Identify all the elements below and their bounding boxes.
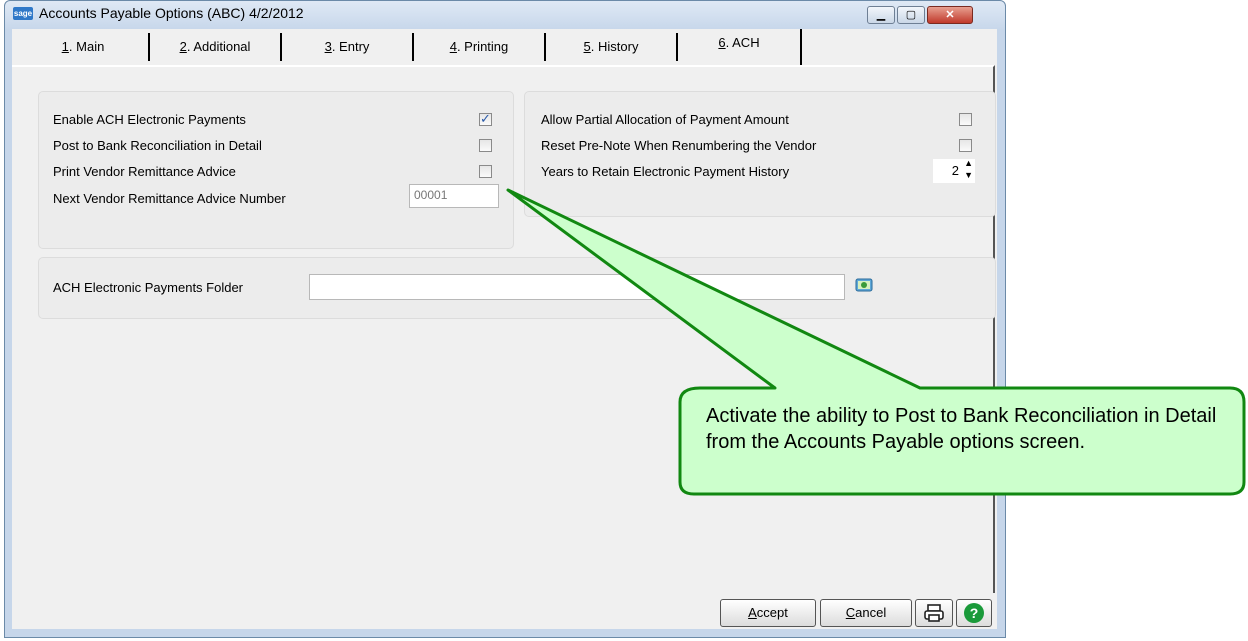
reset-prenote-label: Reset Pre-Note When Renumbering the Vend… bbox=[541, 138, 817, 153]
sage-app-icon: sage bbox=[13, 7, 33, 20]
next-remittance-number-label: Next Vendor Remittance Advice Number bbox=[53, 191, 286, 206]
tab-entry-hotkey: 3 bbox=[324, 39, 332, 54]
enable-ach-checkbox[interactable]: ✓ bbox=[479, 111, 492, 126]
accept-hotkey: A bbox=[748, 605, 757, 620]
tab-printing-label: . Printing bbox=[456, 39, 509, 54]
tab-additional-label: . Additional bbox=[186, 39, 251, 54]
close-button[interactable]: ✕ bbox=[927, 6, 973, 24]
tab-entry[interactable]: 3. Entry bbox=[282, 33, 414, 61]
folder-browse-icon bbox=[855, 278, 873, 292]
help-button[interactable]: ? bbox=[956, 599, 992, 627]
years-retain-value: 2 bbox=[951, 163, 959, 178]
tab-history[interactable]: 5. History bbox=[546, 33, 678, 61]
callout-text: Activate the ability to Post to Bank Rec… bbox=[706, 405, 1217, 453]
help-icon: ? bbox=[964, 603, 984, 623]
print-button[interactable] bbox=[915, 599, 953, 627]
reset-prenote-checkbox[interactable] bbox=[959, 139, 972, 152]
tab-printing[interactable]: 4. Printing bbox=[414, 33, 546, 61]
payment-options-group: Allow Partial Allocation of Payment Amou… bbox=[524, 91, 996, 217]
app-window: sage Accounts Payable Options (ABC) 4/2/… bbox=[4, 0, 1006, 638]
spin-down-icon[interactable]: ▼ bbox=[964, 170, 973, 180]
accept-label: ccept bbox=[756, 605, 788, 620]
cancel-label: ancel bbox=[855, 605, 887, 620]
tab-strip: 1. Main 2. Additional 3. Entry 4. Printi… bbox=[12, 29, 997, 65]
checkmark-icon: ✓ bbox=[480, 111, 491, 126]
years-retain-spinner[interactable]: 2 ▲ ▼ bbox=[933, 158, 975, 183]
enable-ach-label: Enable ACH Electronic Payments bbox=[53, 112, 246, 127]
cancel-hotkey: C bbox=[845, 605, 856, 620]
post-to-bank-label: Post to Bank Reconciliation in Detail bbox=[53, 138, 262, 153]
tab-history-hotkey: 5 bbox=[583, 39, 591, 54]
tab-ach-label: . ACH bbox=[725, 35, 760, 50]
tab-main-label: . Main bbox=[68, 39, 105, 54]
spin-up-icon[interactable]: ▲ bbox=[964, 158, 973, 168]
minimize-icon: ▁ bbox=[876, 9, 886, 21]
tab-additional-hotkey: 2 bbox=[179, 39, 187, 54]
title-bar[interactable]: sage Accounts Payable Options (ABC) 4/2/… bbox=[5, 1, 1005, 29]
button-bar: Accept Cancel ? bbox=[12, 595, 997, 629]
svg-text:?: ? bbox=[970, 605, 979, 621]
print-remittance-checkbox[interactable] bbox=[479, 165, 492, 178]
close-icon: ✕ bbox=[945, 9, 955, 21]
accept-button[interactable]: Accept bbox=[720, 599, 816, 627]
ach-folder-input[interactable] bbox=[309, 274, 845, 300]
ach-options-group: Enable ACH Electronic Payments ✓ Post to… bbox=[38, 91, 514, 249]
tab-main-hotkey: 1 bbox=[61, 39, 69, 54]
next-remittance-number-field[interactable]: 00001 bbox=[409, 184, 499, 208]
tab-additional[interactable]: 2. Additional bbox=[150, 33, 282, 61]
maximize-icon: ▢ bbox=[905, 9, 917, 21]
tab-ach-hotkey: 6 bbox=[718, 35, 726, 50]
tab-main[interactable]: 1. Main bbox=[18, 33, 150, 61]
ach-tab-panel: Enable ACH Electronic Payments ✓ Post to… bbox=[12, 65, 996, 593]
ach-folder-label: ACH Electronic Payments Folder bbox=[53, 280, 244, 295]
allow-partial-label: Allow Partial Allocation of Payment Amou… bbox=[541, 112, 789, 127]
maximize-button[interactable]: ▢ bbox=[897, 6, 925, 24]
minimize-button[interactable]: ▁ bbox=[867, 6, 895, 24]
browse-folder-button[interactable] bbox=[855, 276, 873, 292]
tab-entry-label: . Entry bbox=[331, 39, 370, 54]
window-title: Accounts Payable Options (ABC) 4/2/2012 bbox=[39, 5, 304, 21]
client-area: 1. Main 2. Additional 3. Entry 4. Printi… bbox=[12, 29, 997, 629]
tab-ach[interactable]: 6. ACH bbox=[678, 29, 802, 65]
allow-partial-checkbox[interactable] bbox=[959, 113, 972, 126]
tab-printing-hotkey: 4 bbox=[449, 39, 457, 54]
print-remittance-label: Print Vendor Remittance Advice bbox=[53, 164, 236, 179]
tab-history-label: . History bbox=[590, 39, 639, 54]
folder-group: ACH Electronic Payments Folder bbox=[38, 257, 996, 319]
years-retain-label: Years to Retain Electronic Payment Histo… bbox=[541, 164, 790, 179]
printer-icon bbox=[924, 604, 944, 622]
cancel-button[interactable]: Cancel bbox=[820, 599, 912, 627]
post-to-bank-checkbox[interactable] bbox=[479, 139, 492, 152]
